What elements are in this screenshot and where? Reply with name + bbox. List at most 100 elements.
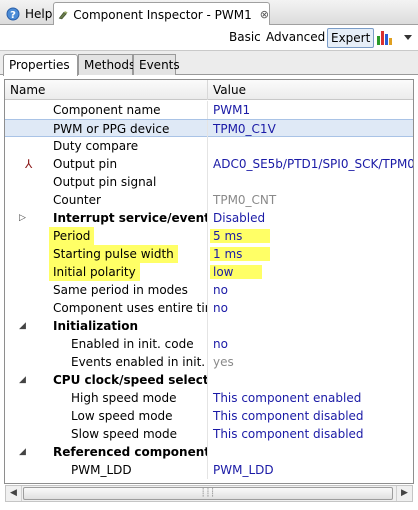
- table-row[interactable]: ◢ Initialization: [5, 317, 413, 335]
- property-name: Initialization: [53, 319, 139, 333]
- table-row[interactable]: Slow speed mode This component disabled: [5, 425, 413, 443]
- property-value-cell[interactable]: 1 ms: [208, 245, 413, 263]
- property-value: Disabled: [213, 211, 266, 225]
- table-row[interactable]: Events enabled in init. yes: [5, 353, 413, 371]
- property-value: PWM_LDD: [213, 463, 274, 477]
- tab-methods[interactable]: Methods: [78, 54, 135, 75]
- property-name: Same period in modes: [53, 283, 188, 297]
- table-row[interactable]: Enabled in init. code no: [5, 335, 413, 353]
- property-name: Slow speed mode: [71, 427, 178, 441]
- property-name: CPU clock/speed selection: [53, 373, 208, 387]
- table-row[interactable]: ▷ Interrupt service/event Disabled: [5, 209, 413, 227]
- property-value-cell[interactable]: no: [208, 281, 413, 299]
- close-icon[interactable]: ⊗: [260, 8, 269, 21]
- inspector-subtabs: Properties Methods Events: [0, 51, 418, 76]
- scroll-right-icon[interactable]: ▶: [396, 486, 412, 501]
- table-row[interactable]: Component name PWM1: [5, 101, 413, 119]
- collapsed-triangle-icon[interactable]: ▷: [19, 209, 29, 227]
- table-row[interactable]: Low speed mode This component disabled: [5, 407, 413, 425]
- property-value: low: [210, 265, 262, 279]
- property-value: 5 ms: [210, 229, 271, 243]
- column-header-name[interactable]: Name: [5, 80, 208, 100]
- property-name: Starting pulse width: [49, 245, 178, 263]
- expanded-triangle-icon[interactable]: ◢: [19, 371, 29, 389]
- table-row[interactable]: ⅄ Output pin ADC0_SE5b/PTD1/SPI0_SCK/TPM0.…: [5, 155, 413, 173]
- table-row[interactable]: Same period in modes no: [5, 281, 413, 299]
- table-row[interactable]: ◢ Referenced components: [5, 443, 413, 461]
- table-row[interactable]: Output pin signal: [5, 173, 413, 191]
- table-body: Component name PWM1 PWM or PPG device TPM0_…: [5, 101, 413, 479]
- property-value-cell[interactable]: Disabled: [208, 209, 413, 227]
- property-name-cell: ▷ Interrupt service/event: [5, 209, 208, 227]
- property-value-cell[interactable]: [208, 317, 413, 335]
- property-value: This component disabled: [213, 427, 364, 441]
- property-value-cell[interactable]: [208, 443, 413, 461]
- basic-view-button[interactable]: Basic: [226, 28, 264, 48]
- property-value-cell[interactable]: This component disabled: [208, 407, 413, 425]
- property-value-cell[interactable]: [208, 173, 413, 191]
- table-row[interactable]: PWM or PPG device TPM0_C1V: [5, 119, 413, 138]
- property-value: no: [213, 337, 228, 351]
- tab-events[interactable]: Events: [133, 54, 180, 75]
- property-name: PWM_LDD: [71, 463, 132, 477]
- table-row[interactable]: Duty compare: [5, 137, 413, 155]
- inspector-toolbar: Basic Advanced Expert: [0, 25, 418, 51]
- property-value: TPM0_CNT: [213, 193, 277, 207]
- property-name-cell: ◢ Referenced components: [5, 443, 208, 461]
- property-value-cell[interactable]: no: [208, 335, 413, 353]
- property-value-cell[interactable]: TPM0_CNT: [208, 191, 413, 209]
- expanded-triangle-icon[interactable]: ◢: [19, 443, 29, 461]
- table-row[interactable]: High speed mode This component enabled: [5, 389, 413, 407]
- advanced-view-button[interactable]: Advanced: [263, 28, 328, 48]
- component-inspector-window: ? Help Component Inspector - PWM1 ⊗ Basi…: [0, 0, 418, 510]
- property-name-cell: High speed mode: [5, 389, 208, 407]
- property-value-cell[interactable]: PWM_LDD: [208, 461, 413, 479]
- tab-component-inspector[interactable]: Component Inspector - PWM1 ⊗: [53, 2, 270, 26]
- table-row[interactable]: ◢ CPU clock/speed selection: [5, 371, 413, 389]
- table-row[interactable]: Counter TPM0_CNT: [5, 191, 413, 209]
- table-row[interactable]: PWM_LDD PWM_LDD: [5, 461, 413, 479]
- property-name: Component uses entire timer: [53, 301, 207, 315]
- chart-icon[interactable]: [373, 28, 393, 48]
- view-tab-bar: ? Help Component Inspector - PWM1 ⊗: [0, 0, 418, 26]
- tab-properties[interactable]: Properties: [3, 54, 78, 76]
- table-row[interactable]: Component uses entire timer no: [5, 299, 413, 317]
- scrollbar-thumb[interactable]: ┊┊┊: [23, 487, 393, 500]
- property-value-cell[interactable]: low: [208, 263, 413, 281]
- property-value: This component disabled: [213, 409, 364, 423]
- property-value: TPM0_C1V: [213, 122, 276, 136]
- property-name-cell: PWM or PPG device: [5, 120, 208, 138]
- table-row[interactable]: Initial polarity low: [5, 263, 413, 281]
- property-value-cell[interactable]: [208, 137, 413, 155]
- table-row[interactable]: Starting pulse width 1 ms: [5, 245, 413, 263]
- property-value-cell[interactable]: no: [208, 299, 413, 317]
- tab-help[interactable]: ? Help: [2, 2, 53, 25]
- property-value-cell[interactable]: yes: [208, 353, 413, 371]
- expert-view-button[interactable]: Expert: [327, 28, 375, 48]
- property-value: 1 ms: [210, 247, 271, 261]
- property-name-cell: ◢ CPU clock/speed selection: [5, 371, 208, 389]
- property-value-cell[interactable]: 5 ms: [208, 227, 413, 245]
- property-value-cell[interactable]: ADC0_SE5b/PTD1/SPI0_SCK/TPM0...: [208, 155, 413, 173]
- property-value-cell[interactable]: This component enabled: [208, 389, 413, 407]
- property-name: Initial polarity: [49, 263, 140, 281]
- property-value-cell[interactable]: This component disabled: [208, 425, 413, 443]
- pin-icon: ⅄: [25, 157, 33, 171]
- property-name-cell: Initial polarity: [5, 263, 208, 281]
- property-name-cell: ⅄ Output pin: [5, 155, 208, 173]
- property-name: Events enabled in init.: [71, 355, 206, 369]
- view-menu-icon[interactable]: [400, 28, 414, 48]
- property-value: yes: [213, 355, 234, 369]
- property-value-cell[interactable]: TPM0_C1V: [208, 120, 413, 138]
- table-row[interactable]: Period 5 ms: [5, 227, 413, 245]
- horizontal-scrollbar[interactable]: ◀ ┊┊┊ ▶: [5, 485, 413, 502]
- expanded-triangle-icon[interactable]: ◢: [19, 317, 29, 335]
- property-name-cell: PWM_LDD: [5, 461, 208, 479]
- column-header-value[interactable]: Value: [208, 80, 413, 100]
- scroll-left-icon[interactable]: ◀: [6, 486, 22, 501]
- property-name-cell: Duty compare: [5, 137, 208, 155]
- property-name-cell: Component uses entire timer: [5, 299, 208, 317]
- property-name-cell: Events enabled in init.: [5, 353, 208, 371]
- property-value-cell[interactable]: PWM1: [208, 101, 413, 119]
- property-value-cell[interactable]: [208, 371, 413, 389]
